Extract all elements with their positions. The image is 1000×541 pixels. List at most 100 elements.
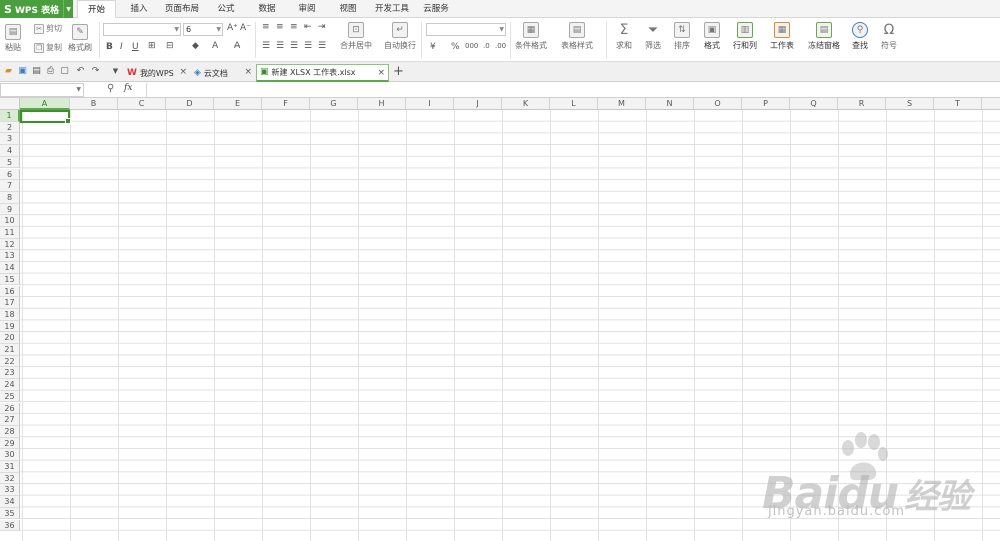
symbol-button[interactable]: Ω 符号 bbox=[881, 22, 897, 51]
formula-input[interactable] bbox=[146, 83, 1000, 97]
row-header-23[interactable]: 23 bbox=[0, 367, 20, 380]
row-header-25[interactable]: 25 bbox=[0, 390, 20, 403]
percent-button[interactable]: % bbox=[451, 42, 460, 52]
number-format-select[interactable]: ▼ bbox=[426, 23, 506, 36]
chevron-down-icon[interactable]: ▼ bbox=[63, 0, 73, 18]
filter-button[interactable]: ⏷ 筛选 bbox=[645, 22, 661, 51]
column-header-r[interactable]: R bbox=[838, 98, 886, 110]
format-button[interactable]: ▣ 格式 bbox=[704, 22, 720, 51]
row-header-31[interactable]: 31 bbox=[0, 461, 20, 473]
row-header-21[interactable]: 21 bbox=[0, 344, 20, 356]
column-header-g[interactable]: G bbox=[310, 98, 358, 110]
tab-review[interactable]: 审阅 bbox=[292, 0, 322, 18]
sort-button[interactable]: ⇅ 排序 bbox=[674, 22, 690, 51]
row-header-9[interactable]: 9 bbox=[0, 203, 20, 216]
tab-insert[interactable]: 插入 bbox=[124, 0, 154, 18]
row-header-12[interactable]: 12 bbox=[0, 238, 20, 251]
name-box[interactable]: ▼ bbox=[0, 83, 84, 97]
column-header-d[interactable]: D bbox=[166, 98, 214, 110]
font-size-select[interactable]: 6 ▼ bbox=[183, 23, 223, 36]
close-icon[interactable]: × bbox=[377, 65, 385, 82]
column-header-u[interactable]: U bbox=[982, 98, 1000, 110]
row-header-11[interactable]: 11 bbox=[0, 227, 20, 239]
column-header-j[interactable]: J bbox=[454, 98, 502, 110]
font-name-select[interactable]: ▼ bbox=[103, 23, 181, 36]
cell-area[interactable] bbox=[20, 110, 1000, 541]
row-header-2[interactable]: 2 bbox=[0, 121, 20, 134]
borders-icon[interactable]: ⊞ bbox=[148, 41, 156, 51]
indent-increase-icon[interactable]: ⇥ bbox=[318, 22, 326, 32]
align-center-icon[interactable]: ☰ bbox=[276, 41, 284, 51]
cut-button[interactable]: ✂ 剪切 bbox=[34, 23, 62, 34]
column-header-m[interactable]: M bbox=[598, 98, 646, 110]
row-header-27[interactable]: 27 bbox=[0, 414, 20, 426]
row-header-15[interactable]: 15 bbox=[0, 273, 20, 286]
row-header-36[interactable]: 36 bbox=[0, 519, 20, 532]
row-header-22[interactable]: 22 bbox=[0, 355, 20, 368]
row-header-13[interactable]: 13 bbox=[0, 250, 20, 263]
zoom-magnifier-icon[interactable]: ⚲ bbox=[107, 83, 114, 94]
row-header-28[interactable]: 28 bbox=[0, 425, 20, 438]
column-header-n[interactable]: N bbox=[646, 98, 694, 110]
decrease-font-icon[interactable]: A⁻ bbox=[240, 23, 251, 33]
chevron-down-icon[interactable]: ▼ bbox=[76, 84, 81, 96]
row-header-14[interactable]: 14 bbox=[0, 262, 20, 274]
chevron-down-icon[interactable]: ▼ bbox=[110, 66, 121, 77]
row-header-35[interactable]: 35 bbox=[0, 507, 20, 520]
column-header-k[interactable]: K bbox=[502, 98, 550, 110]
fill-color-icon[interactable]: ◆ bbox=[192, 41, 199, 51]
paste-button[interactable]: ▤ 粘贴 bbox=[5, 24, 21, 53]
currency-icon[interactable]: ¥ bbox=[430, 42, 436, 52]
column-header-p[interactable]: P bbox=[742, 98, 790, 110]
align-bottom-icon[interactable]: ≡ bbox=[290, 22, 298, 32]
freeze-panes-button[interactable]: ▤ 冻结窗格 bbox=[808, 22, 840, 51]
increase-decimal-icon[interactable]: .0 bbox=[483, 42, 490, 50]
column-header-h[interactable]: H bbox=[358, 98, 406, 110]
worksheet-button[interactable]: ▦ 工作表 bbox=[770, 22, 794, 51]
copy-button[interactable]: ❐ 复制 bbox=[34, 42, 62, 53]
column-header-o[interactable]: O bbox=[694, 98, 742, 110]
app-menu-button[interactable]: S WPS 表格 ▼ bbox=[0, 0, 73, 18]
italic-button[interactable]: I bbox=[120, 42, 123, 52]
tab-my-wps[interactable]: W 我的WPS × bbox=[124, 64, 190, 82]
column-header-e[interactable]: E bbox=[214, 98, 262, 110]
indent-decrease-icon[interactable]: ⇤ bbox=[304, 22, 312, 32]
column-header-c[interactable]: C bbox=[118, 98, 166, 110]
align-top-icon[interactable]: ≡ bbox=[262, 22, 270, 32]
column-header-f[interactable]: F bbox=[262, 98, 310, 110]
align-right-icon[interactable]: ☰ bbox=[290, 41, 298, 51]
row-header-7[interactable]: 7 bbox=[0, 180, 20, 192]
select-all-corner[interactable] bbox=[0, 98, 20, 110]
tab-view[interactable]: 视图 bbox=[333, 0, 363, 18]
undo-icon[interactable]: ↶ bbox=[75, 66, 86, 77]
row-header-3[interactable]: 3 bbox=[0, 133, 20, 146]
row-header-20[interactable]: 20 bbox=[0, 332, 20, 344]
close-icon[interactable]: × bbox=[244, 64, 252, 81]
tab-formulas[interactable]: 公式 bbox=[211, 0, 241, 18]
wrap-text-button[interactable]: ↵ 自动换行 bbox=[384, 22, 416, 51]
column-header-t[interactable]: T bbox=[934, 98, 982, 110]
row-header-30[interactable]: 30 bbox=[0, 449, 20, 461]
row-header-10[interactable]: 10 bbox=[0, 215, 20, 227]
export-pdf-icon[interactable]: ▤ bbox=[31, 66, 42, 77]
row-header-26[interactable]: 26 bbox=[0, 402, 20, 415]
row-col-button[interactable]: ▥ 行和列 bbox=[733, 22, 757, 51]
column-header-l[interactable]: L bbox=[550, 98, 598, 110]
row-header-17[interactable]: 17 bbox=[0, 297, 20, 309]
table-style-button[interactable]: ▤ 表格样式 bbox=[561, 22, 593, 51]
print-icon[interactable]: ⎙ bbox=[45, 66, 56, 77]
sum-button[interactable]: Σ 求和 bbox=[616, 22, 632, 51]
column-header-a[interactable]: A bbox=[20, 98, 70, 110]
row-header-16[interactable]: 16 bbox=[0, 285, 20, 298]
row-header-19[interactable]: 19 bbox=[0, 320, 20, 333]
tab-cloud-service[interactable]: 云服务 bbox=[420, 0, 452, 18]
fx-label[interactable]: fx bbox=[124, 83, 132, 93]
tab-data[interactable]: 数据 bbox=[252, 0, 282, 18]
column-header-i[interactable]: I bbox=[406, 98, 454, 110]
bold-button[interactable]: B bbox=[106, 42, 113, 52]
merge-center-button[interactable]: ⊡ 合并居中 bbox=[340, 22, 372, 51]
row-header-5[interactable]: 5 bbox=[0, 156, 20, 169]
distributed-icon[interactable]: ☰ bbox=[318, 41, 326, 51]
tab-developer[interactable]: 开发工具 bbox=[373, 0, 411, 18]
find-button[interactable]: ⚲ 查找 bbox=[852, 22, 868, 51]
